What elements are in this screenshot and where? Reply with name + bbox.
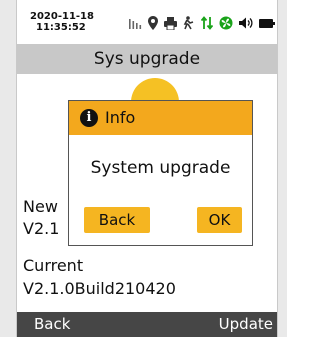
- info-dialog: i Info System upgrade Back OK: [68, 100, 253, 246]
- info-icon: i: [80, 109, 98, 127]
- new-version-label: New: [23, 197, 58, 216]
- dialog-message: System upgrade: [90, 158, 231, 178]
- status-bar: 2020-11-18 11:35:52: [17, 0, 277, 44]
- fan-icon: [219, 16, 233, 30]
- location-pin-icon: [148, 16, 158, 30]
- title-bar: Sys upgrade: [17, 44, 277, 74]
- device-screen: 2020-11-18 11:35:52 Sys upgrade New V2.1…: [17, 0, 277, 337]
- current-version-label: Current: [23, 256, 84, 275]
- status-time: 11:35:52: [36, 22, 86, 33]
- back-softkey[interactable]: Back: [34, 312, 70, 337]
- nfc-icon: [183, 16, 195, 30]
- page-title: Sys upgrade: [93, 49, 201, 69]
- device-frame-right: [278, 0, 287, 337]
- new-version-value: V2.1: [23, 219, 60, 238]
- dialog-back-button[interactable]: Back: [84, 207, 150, 233]
- status-date: 2020-11-18: [30, 11, 94, 22]
- battery-icon: [259, 18, 275, 28]
- printer-icon: [164, 16, 177, 30]
- status-datetime: 2020-11-18 11:35:52: [30, 11, 94, 33]
- status-icons: [129, 13, 275, 33]
- device-frame-left: [0, 0, 16, 337]
- update-softkey[interactable]: Update: [219, 312, 273, 337]
- current-version-value: V2.1.0Build210420: [23, 279, 176, 298]
- signal-bars-icon: [129, 17, 142, 29]
- softkey-bar: Back Update: [17, 312, 277, 337]
- dialog-header: i Info: [69, 101, 252, 135]
- dialog-title: Info: [105, 108, 136, 127]
- speaker-icon: [239, 17, 253, 29]
- data-arrows-icon: [201, 16, 213, 30]
- dialog-ok-button[interactable]: OK: [197, 207, 242, 233]
